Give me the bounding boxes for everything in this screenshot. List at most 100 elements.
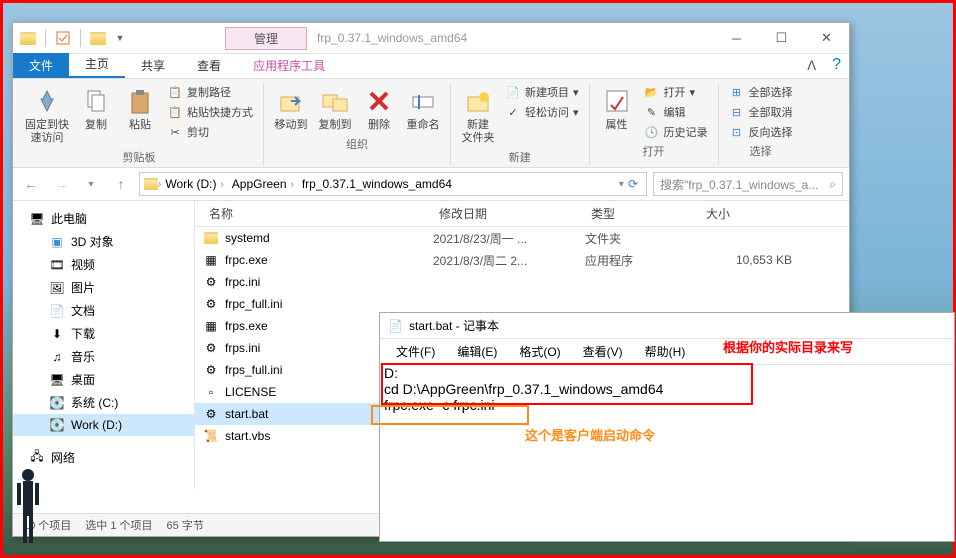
nav-desktop[interactable]: 🖥桌面 bbox=[13, 368, 194, 391]
menu-format[interactable]: 格式(O) bbox=[509, 341, 570, 362]
folder-icon bbox=[144, 178, 158, 190]
menu-help[interactable]: 帮助(H) bbox=[635, 341, 696, 362]
notepad-menu: 文件(F) 编辑(E) 格式(O) 查看(V) 帮助(H) bbox=[380, 339, 954, 365]
address-bar[interactable]: › Work (D:)› AppGreen› frp_0.37.1_window… bbox=[139, 172, 647, 196]
folder-icon[interactable] bbox=[19, 29, 37, 47]
path-segment[interactable]: AppGreen› bbox=[228, 177, 298, 191]
navigation-pane: 🖥此电脑 ▣3D 对象 🎞视频 🖼图片 📄文档 ⬇下载 ♫音乐 🖥桌面 💽系统 … bbox=[13, 201, 195, 489]
ribbon-group-open: 属性 📂打开 ▾ ✎编辑 🕓历史记录 打开 bbox=[590, 83, 719, 165]
back-button[interactable]: ← bbox=[19, 172, 43, 196]
copy-button[interactable]: 复制 bbox=[75, 83, 117, 134]
status-bytes: 65 字节 bbox=[167, 517, 204, 533]
copyto-icon bbox=[319, 85, 351, 117]
col-type[interactable]: 类型 bbox=[585, 205, 700, 222]
up-button[interactable]: ↑ bbox=[109, 172, 133, 196]
tab-home[interactable]: 主页 bbox=[69, 51, 125, 78]
col-size[interactable]: 大小 bbox=[700, 205, 800, 222]
nav-pictures[interactable]: 🖼图片 bbox=[13, 276, 194, 299]
file-name: frps_full.ini bbox=[225, 363, 282, 377]
new-item-button[interactable]: 📄新建项目 ▾ bbox=[501, 83, 583, 101]
notepad-window: 📄 start.bat - 记事本 文件(F) 编辑(E) 格式(O) 查看(V… bbox=[379, 312, 955, 542]
nav-videos[interactable]: 🎞视频 bbox=[13, 253, 194, 276]
shortcut-icon: 📋 bbox=[167, 104, 183, 120]
rename-button[interactable]: 重命名 bbox=[402, 83, 444, 134]
paste-icon bbox=[124, 85, 156, 117]
drive-icon: 💽 bbox=[49, 395, 65, 411]
ribbon-collapse-icon[interactable]: ᐱ bbox=[799, 54, 824, 78]
search-icon[interactable]: ⌕ bbox=[829, 177, 836, 192]
easy-access-button[interactable]: ✓轻松访问 ▾ bbox=[501, 103, 583, 121]
file-name: frpc_full.ini bbox=[225, 297, 282, 311]
file-name: start.bat bbox=[225, 407, 268, 421]
menu-edit[interactable]: 编辑(E) bbox=[447, 341, 507, 362]
tab-app-tools[interactable]: 应用程序工具 bbox=[237, 53, 341, 78]
nav-this-pc[interactable]: 🖥此电脑 bbox=[13, 207, 194, 230]
col-date[interactable]: 修改日期 bbox=[433, 205, 585, 222]
tab-share[interactable]: 共享 bbox=[125, 53, 181, 78]
select-none-button[interactable]: ⊟全部取消 bbox=[725, 103, 797, 121]
edit-button[interactable]: ✎编辑 bbox=[640, 103, 712, 121]
new-folder-button[interactable]: 新建 文件夹 bbox=[457, 83, 499, 147]
file-row[interactable]: systemd2021/8/23/周一 ...文件夹 bbox=[195, 227, 849, 249]
manage-contextual-tab[interactable]: 管理 bbox=[225, 27, 307, 50]
qat-properties-icon[interactable] bbox=[54, 29, 72, 47]
move-to-button[interactable]: 移动到 bbox=[270, 83, 312, 134]
group-label: 新建 bbox=[509, 149, 531, 165]
copy-to-button[interactable]: 复制到 bbox=[314, 83, 356, 134]
text-line: frpc.exe -c frpc.ini bbox=[384, 397, 950, 413]
nav-music[interactable]: ♫音乐 bbox=[13, 345, 194, 368]
minimize-button[interactable]: ─ bbox=[714, 24, 759, 53]
drive-icon: 💽 bbox=[49, 417, 65, 433]
file-name: frpc.exe bbox=[225, 253, 268, 267]
path-segment[interactable]: Work (D:)› bbox=[161, 177, 227, 191]
paste-button[interactable]: 粘贴 bbox=[119, 83, 161, 134]
copy-icon bbox=[80, 85, 112, 117]
properties-icon bbox=[601, 85, 633, 117]
vbs-icon: 📜 bbox=[203, 428, 219, 444]
open-button[interactable]: 📂打开 ▾ bbox=[640, 83, 712, 101]
tab-view[interactable]: 查看 bbox=[181, 53, 237, 78]
download-icon: ⬇ bbox=[49, 326, 65, 342]
select-all-button[interactable]: ⊞全部选择 bbox=[725, 83, 797, 101]
nav-documents[interactable]: 📄文档 bbox=[13, 299, 194, 322]
nav-3d-objects[interactable]: ▣3D 对象 bbox=[13, 230, 194, 253]
menu-view[interactable]: 查看(V) bbox=[573, 341, 633, 362]
search-input[interactable]: 搜索"frp_0.37.1_windows_a... ⌕ bbox=[653, 172, 843, 196]
pin-to-quickaccess-button[interactable]: 固定到快 速访问 bbox=[21, 83, 73, 147]
file-date: 2021/8/23/周一 ... bbox=[433, 230, 585, 247]
qat-dropdown-icon[interactable]: ▼ bbox=[111, 29, 129, 47]
tab-file[interactable]: 文件 bbox=[13, 53, 69, 78]
path-icon: 📋 bbox=[167, 84, 183, 100]
file-name: frps.ini bbox=[225, 341, 260, 355]
nav-downloads[interactable]: ⬇下载 bbox=[13, 322, 194, 345]
properties-button[interactable]: 属性 bbox=[596, 83, 638, 134]
delete-button[interactable]: 删除 bbox=[358, 83, 400, 134]
file-row[interactable]: ▦frpc.exe2021/8/3/周二 2...应用程序10,653 KB bbox=[195, 249, 849, 271]
copy-path-button[interactable]: 📋复制路径 bbox=[163, 83, 257, 101]
menu-file[interactable]: 文件(F) bbox=[386, 341, 445, 362]
help-icon[interactable]: ? bbox=[824, 52, 849, 78]
group-label: 打开 bbox=[643, 143, 665, 159]
close-button[interactable]: ✕ bbox=[804, 24, 849, 53]
picture-icon: 🖼 bbox=[49, 280, 65, 296]
refresh-icon[interactable]: ⟳ bbox=[624, 177, 642, 191]
titlebar: ▼ 管理 frp_0.37.1_windows_amd64 ─ ☐ ✕ bbox=[13, 23, 849, 54]
notepad-editor[interactable]: D: cd D:\AppGreen\frp_0.37.1_windows_amd… bbox=[380, 365, 954, 413]
paste-shortcut-button[interactable]: 📋粘贴快捷方式 bbox=[163, 103, 257, 121]
nav-drive-d[interactable]: 💽Work (D:) bbox=[13, 414, 194, 436]
col-name[interactable]: 名称 bbox=[203, 205, 433, 222]
cut-button[interactable]: ✂剪切 bbox=[163, 123, 257, 141]
nav-drive-c[interactable]: 💽系统 (C:) bbox=[13, 391, 194, 414]
ribbon-group-select: ⊞全部选择 ⊟全部取消 ⊡反向选择 选择 bbox=[719, 83, 803, 165]
file-row[interactable]: ⚙frpc.ini bbox=[195, 271, 849, 293]
forward-button[interactable]: → bbox=[49, 172, 73, 196]
history-button[interactable]: 🕓历史记录 bbox=[640, 123, 712, 141]
invert-selection-button[interactable]: ⊡反向选择 bbox=[725, 123, 797, 141]
folder-icon[interactable] bbox=[89, 29, 107, 47]
exe-icon: ▦ bbox=[203, 318, 219, 334]
file-name: systemd bbox=[225, 231, 270, 245]
path-segment[interactable]: frp_0.37.1_windows_amd64 bbox=[298, 177, 456, 191]
recent-dropdown[interactable]: ▾ bbox=[79, 172, 103, 196]
maximize-button[interactable]: ☐ bbox=[759, 24, 804, 53]
status-selected: 选中 1 个项目 bbox=[85, 517, 152, 533]
